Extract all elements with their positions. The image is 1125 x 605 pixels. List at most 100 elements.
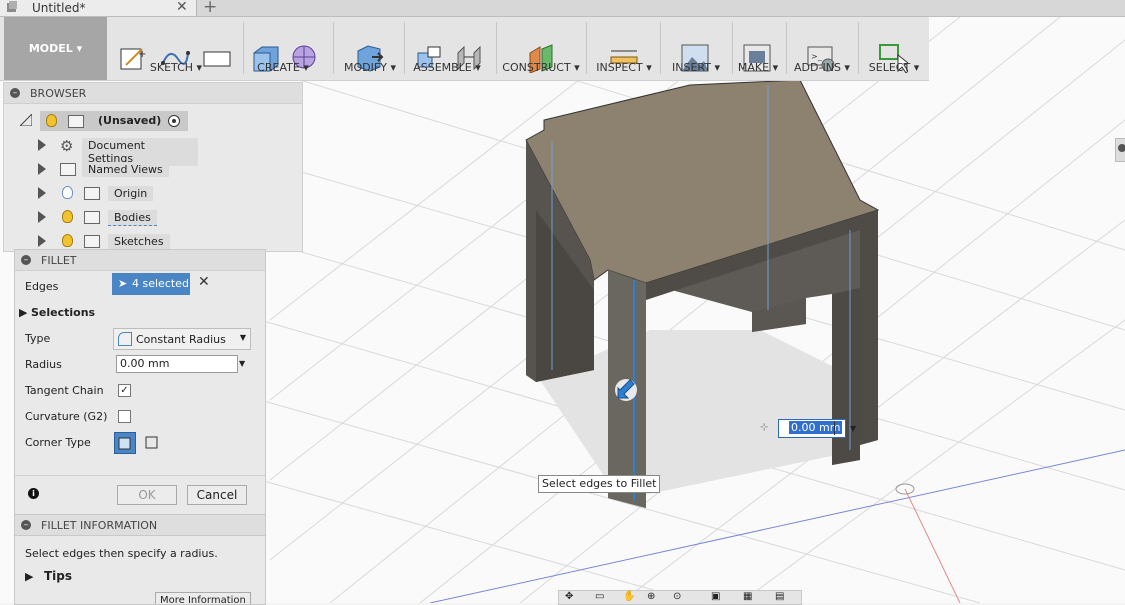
- collapse-icon[interactable]: –: [10, 88, 20, 98]
- type-dropdown[interactable]: Constant Radius ▼: [113, 328, 251, 350]
- visibility-bulb-icon[interactable]: [62, 210, 73, 223]
- inspect-menu-label[interactable]: INSPECT ▾: [592, 61, 656, 74]
- expand-icon[interactable]: [38, 235, 46, 247]
- radius-input[interactable]: 0.00 mm: [116, 355, 238, 373]
- root-node-label: (Unsaved): [98, 114, 162, 127]
- visibility-bulb-icon[interactable]: [62, 186, 73, 199]
- sketch-group[interactable]: + SKETCH ▾: [112, 17, 240, 80]
- document-tab-title: Untitled*: [32, 1, 86, 15]
- expand-panel-icon[interactable]: [1118, 144, 1125, 152]
- side-panel-toggle[interactable]: [1115, 138, 1125, 162]
- addins-group[interactable]: >_ ADD-INS ▾: [792, 17, 852, 80]
- expand-icon[interactable]: [38, 211, 46, 223]
- browser-node-origin[interactable]: Origin: [38, 183, 168, 203]
- corner-setback-button[interactable]: [142, 432, 162, 452]
- curvature-checkbox[interactable]: [118, 410, 131, 423]
- clear-selection-icon[interactable]: ✕: [198, 274, 210, 290]
- fit-icon[interactable]: ⊙: [673, 591, 681, 602]
- display-settings-icon[interactable]: ▣: [711, 591, 720, 602]
- manipulator-handle-icon[interactable]: ⊹: [760, 422, 768, 433]
- folder-icon: [60, 163, 76, 176]
- gear-icon: ⚙: [60, 137, 74, 155]
- browser-node-label: Sketches: [108, 234, 170, 249]
- new-tab-button[interactable]: +: [203, 0, 217, 17]
- tangent-chain-checkbox[interactable]: ✓: [118, 384, 131, 397]
- component-icon: [68, 115, 84, 128]
- close-tab-icon[interactable]: ✕: [176, 0, 188, 15]
- toolbar-divider: [404, 22, 405, 74]
- curvature-label: Curvature (G2): [25, 410, 108, 423]
- selections-expand-icon[interactable]: ▶: [19, 306, 27, 319]
- document-tab[interactable]: Untitled* ✕: [0, 0, 197, 16]
- make-group[interactable]: MAKE ▾: [734, 17, 782, 80]
- browser-title: BROWSER: [30, 87, 87, 100]
- selections-label[interactable]: Selections: [31, 306, 95, 319]
- assemble-group[interactable]: ASSEMBLE ▾: [410, 17, 484, 80]
- fillet-drag-arrow[interactable]: [615, 379, 637, 401]
- viewports-icon[interactable]: ▤: [775, 591, 784, 602]
- browser-node-sketches[interactable]: Sketches: [38, 231, 178, 251]
- collapse-icon[interactable]: –: [21, 520, 31, 530]
- expand-icon[interactable]: [38, 187, 46, 199]
- svg-text:+: +: [138, 49, 146, 60]
- cancel-button[interactable]: Cancel: [187, 485, 247, 505]
- ok-button[interactable]: OK: [117, 485, 177, 505]
- x-axis-line: [429, 449, 1125, 603]
- tips-label[interactable]: Tips: [44, 569, 72, 583]
- folder-icon: [84, 211, 100, 224]
- more-information-button[interactable]: More Information: [155, 592, 251, 604]
- collapse-icon[interactable]: –: [21, 255, 31, 265]
- insert-menu-label[interactable]: INSERT ▾: [664, 61, 728, 74]
- expand-root-icon[interactable]: [20, 114, 32, 126]
- select-group[interactable]: SELECT ▾: [862, 17, 926, 80]
- browser-panel: – BROWSER (Unsaved) ⚙ Document Settings …: [3, 82, 303, 252]
- activate-component-icon[interactable]: [168, 115, 180, 127]
- divider: [15, 475, 265, 476]
- assemble-menu-label[interactable]: ASSEMBLE ▾: [410, 61, 484, 74]
- edges-selection-button[interactable]: ➤ 4 selected: [112, 273, 190, 295]
- edges-label: Edges: [25, 280, 59, 293]
- browser-node-document-settings[interactable]: ⚙ Document Settings: [38, 135, 198, 166]
- toolbar-divider: [496, 22, 497, 74]
- select-menu-label[interactable]: SELECT ▾: [862, 61, 926, 74]
- tangent-chain-label: Tangent Chain: [25, 384, 104, 397]
- expand-icon[interactable]: [38, 139, 46, 151]
- pan-icon[interactable]: ✋: [623, 591, 635, 602]
- fillet-info-header[interactable]: – FILLET INFORMATION: [14, 514, 266, 536]
- construct-menu-label[interactable]: CONSTRUCT ▾: [502, 61, 580, 74]
- insert-group[interactable]: INSERT ▾: [664, 17, 728, 80]
- fillet-header[interactable]: – FILLET: [15, 250, 265, 271]
- browser-node-label: Origin: [108, 186, 154, 201]
- construct-group[interactable]: CONSTRUCT ▾: [502, 17, 580, 80]
- inspect-group[interactable]: INSPECT ▾: [592, 17, 656, 80]
- visibility-bulb-icon[interactable]: [62, 234, 73, 247]
- tips-expand-icon[interactable]: ▶: [25, 570, 33, 583]
- grid-settings-icon[interactable]: ▦: [743, 591, 752, 602]
- info-icon[interactable]: i: [28, 488, 39, 499]
- create-group[interactable]: CREATE ▾: [246, 17, 320, 80]
- chevron-down-icon: ▼: [239, 333, 246, 342]
- browser-node-bodies[interactable]: Bodies: [38, 207, 168, 227]
- make-menu-label[interactable]: MAKE ▾: [734, 61, 782, 74]
- browser-header[interactable]: – BROWSER: [4, 83, 302, 104]
- sketch-menu-label[interactable]: SKETCH ▾: [112, 61, 240, 74]
- addins-menu-label[interactable]: ADD-INS ▾: [792, 61, 852, 74]
- create-menu-label[interactable]: CREATE ▾: [246, 61, 320, 74]
- fillet-info-text: Select edges then specify a radius.: [25, 547, 218, 560]
- look-at-icon[interactable]: ▭: [595, 591, 604, 602]
- modify-menu-label[interactable]: MODIFY ▾: [340, 61, 400, 74]
- radius-manipulator-input[interactable]: 0.00 mm: [778, 419, 846, 438]
- radius-manipulator-dropdown-icon[interactable]: ▼: [850, 424, 856, 433]
- zoom-icon[interactable]: ⊕: [647, 591, 655, 602]
- radius-label: Radius: [25, 358, 62, 371]
- radius-dropdown-icon[interactable]: ▼: [239, 359, 245, 368]
- visibility-bulb-icon[interactable]: [46, 114, 57, 127]
- modify-group[interactable]: MODIFY ▾: [340, 17, 400, 80]
- expand-icon[interactable]: [38, 163, 46, 175]
- orbit-icon[interactable]: ✥: [565, 591, 573, 602]
- browser-root-node[interactable]: (Unsaved): [18, 111, 198, 131]
- browser-node-named-views[interactable]: Named Views: [38, 159, 178, 179]
- toolbar-divider: [786, 22, 787, 74]
- workspace-switcher-button[interactable]: MODEL ▾: [4, 17, 107, 80]
- corner-rolling-ball-button[interactable]: [114, 432, 136, 454]
